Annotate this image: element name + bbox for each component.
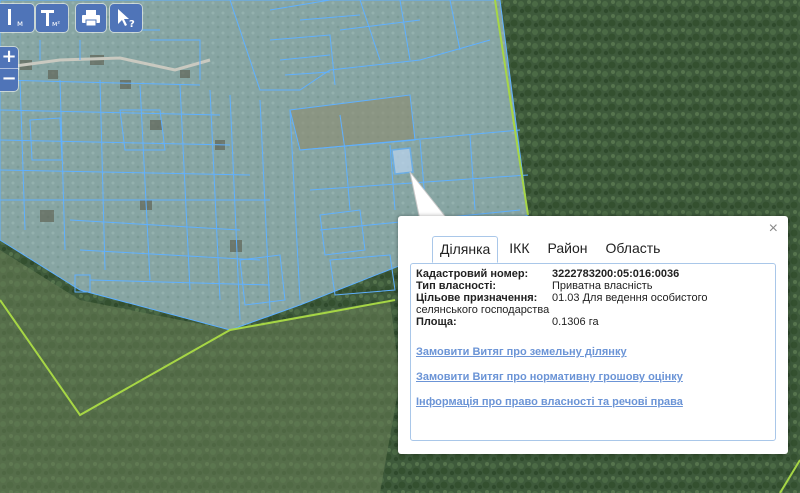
area-label: Площа: (416, 316, 457, 328)
cadastral-number-value: 3222783200:05:016:0036 (552, 268, 680, 280)
order-valuation-extract-link[interactable]: Замовити Витяг про нормативну грошову оц… (416, 371, 683, 383)
cadastral-number-label: Кадастровий номер: (416, 268, 529, 280)
ownership-info-link[interactable]: Інформація про право власності та речові… (416, 396, 683, 408)
cursor-question-icon: ? (118, 9, 135, 29)
ownership-type-label: Тип власності: (416, 280, 497, 292)
print-button[interactable] (76, 4, 106, 32)
close-icon[interactable]: × (769, 220, 778, 238)
printer-icon (82, 10, 100, 27)
order-land-extract-link[interactable]: Замовити Витяг про земельну ділянку (416, 346, 627, 358)
purpose-label: Цільове призначення: (416, 292, 538, 304)
tab-ikk[interactable]: ІКК (502, 236, 536, 263)
purpose-value-continued: селянського господарства (416, 304, 550, 316)
parcel-attributes: Кадастровий номер: 3222783200:05:016:003… (416, 268, 707, 304)
tab-region[interactable]: Область (599, 236, 668, 263)
tab-district[interactable]: Район (541, 236, 595, 263)
area-value: 0.1306 га (552, 316, 599, 328)
svg-text:м²: м² (52, 20, 60, 28)
parcel-info-panel: Кадастровий номер: 3222783200:05:016:003… (410, 263, 776, 441)
svg-text:м: м (17, 19, 23, 28)
parcel-info-popup: × Ділянка ІКК Район Область Кадастровий … (398, 216, 788, 454)
ownership-type-value: Приватна власність (552, 280, 653, 292)
zoom-in-button[interactable]: + (0, 47, 18, 69)
selected-parcel[interactable] (391, 147, 414, 175)
parcel-area: Площа: 0.1306 га (416, 316, 599, 328)
identify-button[interactable]: ? (110, 4, 142, 32)
measure-length-button[interactable]: м (0, 4, 34, 32)
popup-tabs: Ділянка ІКК Район Область (432, 236, 671, 263)
tab-parcel[interactable]: Ділянка (432, 236, 499, 263)
ruler-icon: м (8, 9, 23, 28)
zoom-out-button[interactable]: − (0, 69, 18, 91)
area-ruler-icon: м² (41, 10, 60, 28)
svg-text:?: ? (129, 19, 135, 29)
measure-area-button[interactable]: м² (36, 4, 68, 32)
purpose-value: 01.03 Для ведення особистого (552, 292, 708, 304)
